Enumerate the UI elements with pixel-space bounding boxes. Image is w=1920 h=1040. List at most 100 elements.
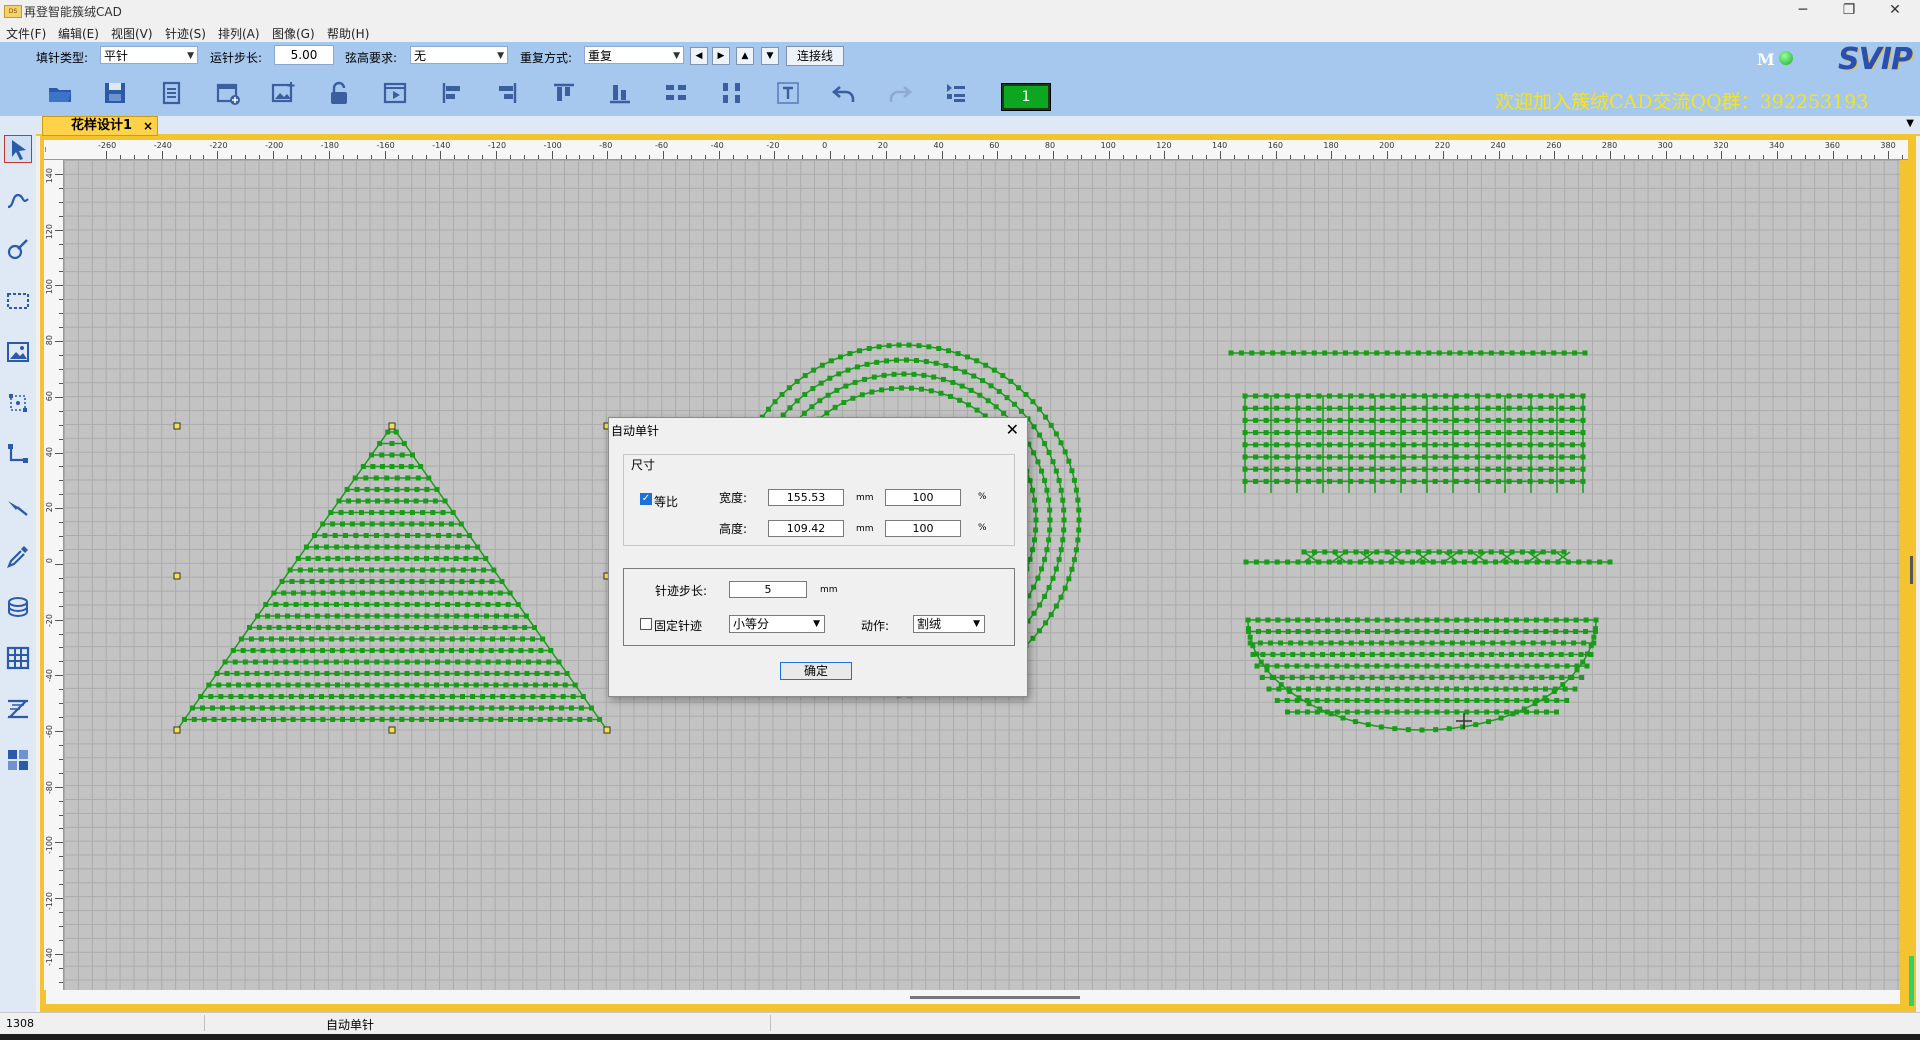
menu-file[interactable]: 文件(F): [6, 25, 46, 42]
step-input[interactable]: 5: [729, 581, 807, 598]
down-button[interactable]: ▼: [761, 47, 779, 65]
ruler-tick: [273, 151, 275, 159]
undo-icon[interactable]: [830, 79, 858, 107]
unlock-icon[interactable]: [325, 79, 353, 107]
width-input[interactable]: 155.53: [768, 489, 844, 506]
stitch-point: [460, 567, 466, 573]
ruler-tick: [816, 155, 818, 159]
chord-select[interactable]: 无 ▼: [410, 46, 508, 64]
tab-dropdown-icon[interactable]: ▼: [1906, 118, 1914, 129]
stitch-point: [1527, 466, 1533, 472]
stitch-point: [1496, 442, 1501, 448]
preview-play-icon[interactable]: [381, 79, 409, 107]
height-unit: mm: [856, 524, 874, 534]
menu-help[interactable]: 帮助(H): [327, 25, 369, 42]
stitch-point: [290, 717, 296, 722]
repeat-select[interactable]: 重复 ▼: [584, 46, 684, 64]
connect-line-button[interactable]: 连接线: [786, 46, 844, 66]
align-bottom-icon[interactable]: [606, 79, 634, 107]
prev-button[interactable]: ◀: [690, 47, 708, 65]
stitch-point: [1534, 663, 1540, 669]
ruler-tick: [857, 155, 859, 159]
stitch-point: [1353, 350, 1359, 356]
ruler-tick: [468, 155, 470, 159]
align-top-icon[interactable]: [550, 79, 578, 107]
layers-icon[interactable]: [4, 593, 32, 621]
vip-badge[interactable]: SVIP: [1838, 42, 1913, 77]
height-input[interactable]: 109.42: [768, 520, 844, 537]
stitch-point: [379, 648, 385, 653]
add-image-icon[interactable]: [269, 79, 297, 107]
width-percent-input[interactable]: 100: [885, 489, 961, 506]
save-icon[interactable]: [101, 79, 129, 107]
stitch-point: [1384, 549, 1390, 555]
vertical-scrollbar[interactable]: [1908, 136, 1916, 1012]
ok-button[interactable]: 确定: [780, 662, 852, 680]
stitch-point: [424, 602, 430, 607]
menu-arrange[interactable]: 排列(A): [218, 25, 260, 42]
new-window-icon[interactable]: [214, 79, 242, 107]
align-right-icon[interactable]: [493, 79, 521, 107]
stitch-point: [369, 717, 375, 722]
layer-list-icon[interactable]: [942, 79, 970, 107]
close-tab-icon[interactable]: ×: [143, 117, 153, 135]
image-tool-icon[interactable]: [4, 338, 32, 366]
stitch-point: [1295, 442, 1301, 448]
stitch-point: [1339, 652, 1345, 657]
stitch-point: [1076, 507, 1082, 513]
action-select[interactable]: 割绒 ▼: [913, 615, 985, 633]
ruler-left-label: -40: [45, 669, 54, 683]
marquee-icon[interactable]: [4, 287, 32, 315]
run-step-input[interactable]: 5.00: [274, 45, 334, 65]
transform-icon[interactable]: [4, 389, 32, 417]
fill-type-select[interactable]: 平针 ▼: [100, 46, 198, 64]
stitch-point: [453, 625, 459, 630]
next-button[interactable]: ▶: [712, 47, 730, 65]
height-percent-input[interactable]: 100: [885, 520, 961, 537]
eyedropper-icon[interactable]: [4, 542, 32, 570]
menu-image[interactable]: 图像(G): [272, 25, 315, 42]
stitch-point: [1436, 549, 1442, 555]
open-folder-icon[interactable]: [46, 79, 74, 107]
stitch-point: [480, 694, 486, 699]
text-icon[interactable]: [774, 79, 802, 107]
fixed-stitch-checkbox[interactable]: [640, 618, 652, 630]
horizontal-scrollbar[interactable]: [46, 990, 1900, 1004]
stitch-point: [550, 694, 556, 699]
connect-points-icon[interactable]: [4, 440, 32, 468]
select-arrow-icon[interactable]: [4, 135, 32, 163]
ruler-tick: [1080, 155, 1082, 159]
menu-edit[interactable]: 编辑(E): [58, 25, 99, 42]
stitch-point: [446, 533, 452, 538]
ruler-tick: [1846, 155, 1848, 159]
minimize-button[interactable]: ─: [1780, 0, 1826, 22]
stitch-point: [374, 613, 380, 619]
distribute-horizontal-icon[interactable]: [662, 79, 690, 107]
restore-button[interactable]: ❐: [1826, 0, 1872, 22]
grid-icon[interactable]: [4, 644, 32, 672]
menu-view[interactable]: 视图(V): [111, 25, 153, 42]
knife-tool-icon[interactable]: [4, 491, 32, 519]
distribute-vertical-icon[interactable]: [718, 79, 746, 107]
mode-select[interactable]: 小等分 ▼: [729, 615, 825, 633]
zigzag-fill-icon[interactable]: [4, 695, 32, 723]
tiles-icon[interactable]: [4, 746, 32, 774]
up-button[interactable]: ▲: [736, 47, 754, 65]
node-edit-icon[interactable]: [4, 236, 32, 264]
menu-stitch[interactable]: 针迹(S): [165, 25, 206, 42]
color-counter[interactable]: 1: [1001, 83, 1051, 111]
document-icon[interactable]: [158, 79, 186, 107]
stitch-point: [409, 510, 415, 515]
dialog-close-button[interactable]: ✕: [1006, 420, 1019, 439]
stitch-point: [266, 625, 272, 630]
stitch-point: [1337, 442, 1343, 448]
redo-icon[interactable]: [886, 79, 914, 107]
stitch-point: [514, 671, 520, 676]
curve-tool-icon[interactable]: [4, 185, 32, 213]
stitch-point: [340, 717, 346, 722]
stitch-point: [364, 613, 370, 619]
proportional-checkbox[interactable]: ✓: [640, 493, 652, 505]
align-left-icon[interactable]: [438, 79, 466, 107]
close-window-button[interactable]: ✕: [1872, 0, 1918, 22]
tab-pattern-design[interactable]: 花样设计1 ×: [42, 116, 158, 136]
